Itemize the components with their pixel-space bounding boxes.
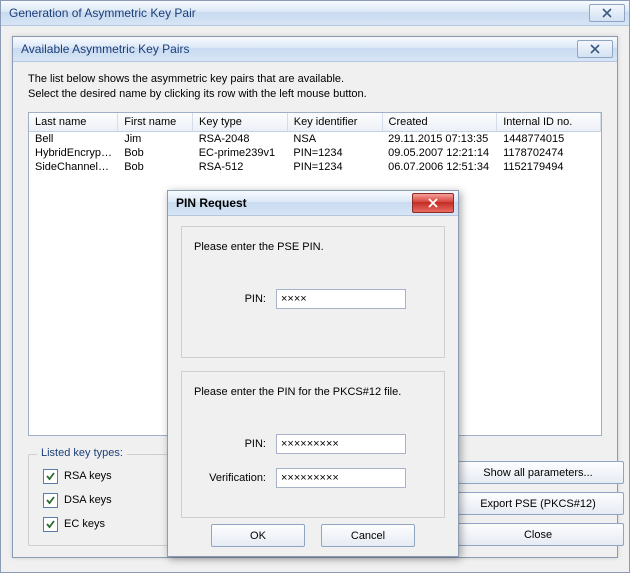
pkcs-verify-input[interactable] — [276, 468, 406, 488]
chk-rsa[interactable]: RSA keys — [43, 467, 112, 485]
table-cell: Bob — [118, 146, 193, 160]
col-keytype[interactable]: Key type — [193, 113, 288, 131]
table-cell: PIN=1234 — [287, 146, 382, 160]
close-button[interactable]: Close — [452, 523, 624, 546]
chk-label: EC keys — [64, 518, 105, 530]
cancel-button[interactable]: Cancel — [321, 524, 415, 547]
close-icon[interactable] — [412, 193, 454, 213]
titlebar-middle: Available Asymmetric Key Pairs — [13, 37, 617, 62]
pin-label: PIN: — [194, 438, 266, 450]
legend-listed: Listed key types: — [37, 447, 127, 459]
title-middle: Available Asymmetric Key Pairs — [21, 42, 577, 56]
chk-ec[interactable]: EC keys — [43, 515, 112, 533]
intro-text: The list below shows the asymmetric key … — [28, 72, 367, 102]
table-cell: EC-prime239v1 — [193, 146, 288, 160]
table-row[interactable]: HybridEncrypti...BobEC-prime239v1PIN=123… — [29, 146, 601, 160]
table-cell: Bob — [118, 160, 193, 174]
table-cell: 09.05.2007 12:21:14 — [382, 146, 497, 160]
show-all-params-button[interactable]: Show all parameters... — [452, 461, 624, 484]
pkcs-prompt: Please enter the PIN for the PKCS#12 fil… — [194, 386, 401, 398]
table-cell: PIN=1234 — [287, 160, 382, 174]
table-cell: 1152179494 — [497, 160, 601, 174]
col-firstname[interactable]: First name — [118, 113, 193, 131]
group-pse-pin: Please enter the PSE PIN. PIN: — [181, 226, 445, 358]
chk-dsa[interactable]: DSA keys — [43, 491, 112, 509]
pse-pin-input[interactable] — [276, 289, 406, 309]
pin-label: PIN: — [194, 293, 266, 305]
chk-label: RSA keys — [64, 470, 112, 482]
title-outer: Generation of Asymmetric Key Pair — [9, 6, 589, 20]
col-lastname[interactable]: Last name — [29, 113, 118, 131]
verification-label: Verification: — [194, 472, 266, 484]
table-cell: SideChannelAt... — [29, 160, 118, 174]
titlebar-outer: Generation of Asymmetric Key Pair — [1, 1, 629, 26]
pkcs-pin-input[interactable] — [276, 434, 406, 454]
check-icon — [43, 517, 58, 532]
close-icon[interactable] — [577, 40, 613, 58]
titlebar-dialog: PIN Request — [168, 191, 458, 216]
table-cell: 1448774015 — [497, 132, 601, 146]
check-icon — [43, 493, 58, 508]
intro-line: The list below shows the asymmetric key … — [28, 72, 367, 87]
col-internalid[interactable]: Internal ID no. — [497, 113, 601, 131]
table-cell: Bell — [29, 132, 118, 146]
export-pse-button[interactable]: Export PSE (PKCS#12) — [452, 492, 624, 515]
table-cell: 29.11.2015 07:13:35 — [382, 132, 497, 146]
table-cell: Jim — [118, 132, 193, 146]
table-cell: 1178702474 — [497, 146, 601, 160]
table-cell: RSA-512 — [193, 160, 288, 174]
ok-button[interactable]: OK — [211, 524, 305, 547]
check-icon — [43, 469, 58, 484]
group-pkcs-pin: Please enter the PIN for the PKCS#12 fil… — [181, 371, 445, 518]
chk-label: DSA keys — [64, 494, 112, 506]
close-icon[interactable] — [589, 4, 625, 22]
table-row[interactable]: SideChannelAt...BobRSA-512PIN=123406.07.… — [29, 160, 601, 174]
table-cell: RSA-2048 — [193, 132, 288, 146]
pse-prompt: Please enter the PSE PIN. — [194, 241, 324, 253]
table-cell: HybridEncrypti... — [29, 146, 118, 160]
client-dialog: Please enter the PSE PIN. PIN: Please en… — [169, 216, 457, 555]
table-cell: NSA — [287, 132, 382, 146]
intro-line: Select the desired name by clicking its … — [28, 87, 367, 102]
col-keyid[interactable]: Key identifier — [288, 113, 383, 131]
title-dialog: PIN Request — [176, 196, 412, 210]
table-cell: 06.07.2006 12:51:34 — [382, 160, 497, 174]
dialog-pin-request: PIN Request Please enter the PSE PIN. PI… — [167, 190, 459, 557]
list-header: Last name First name Key type Key identi… — [29, 113, 601, 132]
col-created[interactable]: Created — [383, 113, 498, 131]
table-row[interactable]: BellJimRSA-2048NSA29.11.2015 07:13:35144… — [29, 132, 601, 146]
